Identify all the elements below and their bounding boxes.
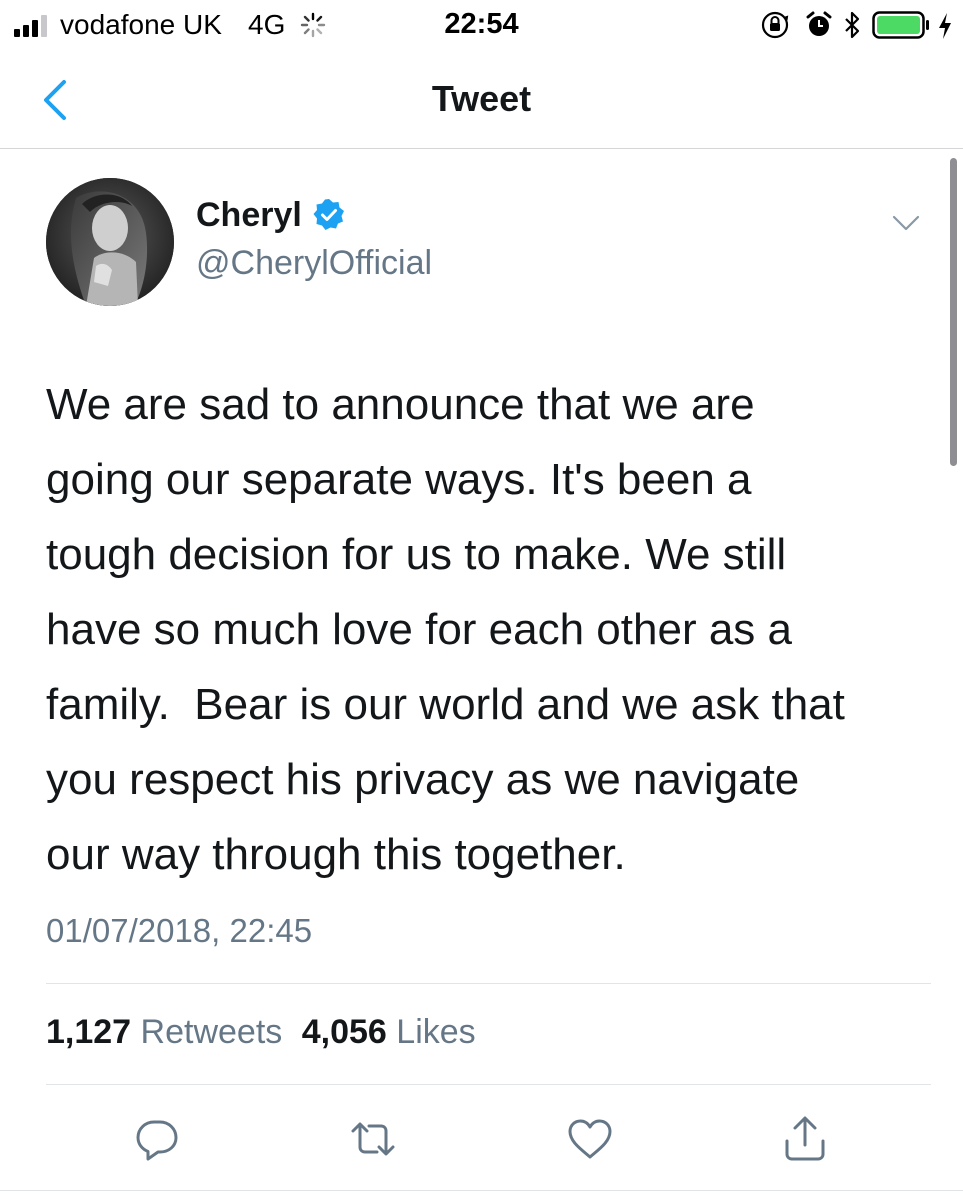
navigation-bar: Tweet xyxy=(0,52,963,149)
tweet-text-line: have so much love for each other as a xyxy=(46,605,792,654)
divider xyxy=(46,983,931,984)
verified-badge-icon xyxy=(313,199,344,230)
retweets-count: 1,127 xyxy=(46,1013,132,1051)
avatar-photo xyxy=(46,178,174,306)
tweet-text-line: going our separate ways. It's been a xyxy=(46,455,752,504)
orientation-lock-icon xyxy=(761,11,789,39)
author-display-name[interactable]: Cheryl xyxy=(196,196,302,235)
divider xyxy=(46,1084,931,1085)
tweet-text-line: our way through this together. xyxy=(46,830,626,879)
chevron-down-icon[interactable] xyxy=(888,208,924,238)
status-bar: vodafone UK 4G 22:54 xyxy=(0,0,963,52)
retweets-stat[interactable]: 1,127 Retweets xyxy=(46,1013,282,1052)
likes-stat[interactable]: 4,056 Likes xyxy=(302,1013,476,1052)
scroll-indicator[interactable] xyxy=(950,158,957,466)
tweet-text-line: you respect his privacy as we navigate xyxy=(46,755,800,804)
alarm-icon xyxy=(806,11,832,36)
likes-count: 4,056 xyxy=(301,1013,387,1051)
page-title: Tweet xyxy=(431,78,532,119)
reply-icon[interactable] xyxy=(132,1114,182,1164)
share-icon[interactable] xyxy=(780,1114,830,1164)
tweet-timestamp: 01/07/2018, 22:45 xyxy=(46,912,313,949)
battery-icon xyxy=(872,11,929,39)
tweet-text-line: We are sad to announce that we are xyxy=(46,380,755,429)
tweet-text-line: tough decision for us to make. We still xyxy=(46,530,787,579)
author-handle[interactable]: @CherylOfficial xyxy=(196,244,432,283)
heart-icon[interactable] xyxy=(565,1114,615,1164)
divider xyxy=(0,1190,963,1191)
bluetooth-icon xyxy=(845,11,860,39)
tweet-stats: 1,127 Retweets 4,056 Likes xyxy=(46,1013,476,1052)
tweet-text: We are sad to announce that we are going… xyxy=(46,367,941,892)
likes-label: Likes xyxy=(396,1013,476,1051)
avatar[interactable] xyxy=(46,178,174,306)
tweet-text-line: family. Bear is our world and we ask tha… xyxy=(46,680,845,729)
tweet-detail-screen: vodafone UK 4G 22:54 Tweet Cheryl @Chery… xyxy=(0,0,963,1200)
retweets-label: Retweets xyxy=(140,1013,283,1051)
charging-bolt-icon xyxy=(939,13,951,39)
retweet-icon[interactable] xyxy=(348,1114,398,1164)
